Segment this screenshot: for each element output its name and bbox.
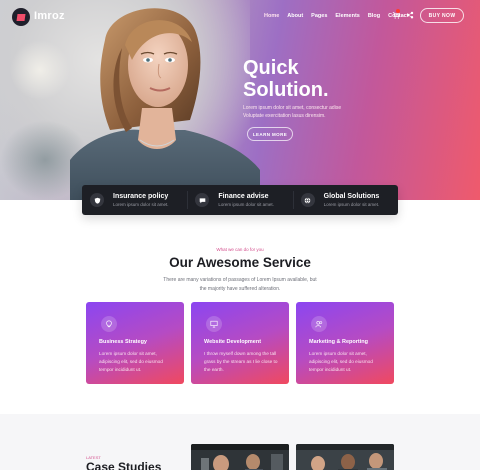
feature-title: Global Solutions <box>323 193 380 200</box>
card-description: I throw myself down among the tall grass… <box>204 351 278 372</box>
card-title: Marketing & Reporting <box>309 339 368 345</box>
case-study-image[interactable] <box>296 444 394 470</box>
card-description: Lorem ipsum dolor sit amet, adipiscing e… <box>309 351 373 372</box>
services-description: There are many variations of passages of… <box>163 277 317 292</box>
share-icon[interactable] <box>406 11 414 19</box>
feature-subtitle: Lorem ipsum dolor sit amet. <box>218 202 274 207</box>
nav-item-elements[interactable]: Elements <box>335 13 359 19</box>
card-description: Lorem ipsum dolor sit amet, adipiscing e… <box>99 351 163 372</box>
services-kicker: What we can do for you <box>216 247 264 252</box>
hero-title: Quick Solution. <box>243 57 363 101</box>
hero-section: Imroz Home About Pages Elements Blog Con… <box>0 0 480 200</box>
service-cards: Business Strategy Lorem ipsum dolor sit … <box>86 302 401 384</box>
hero-description: Lorem ipsum dolor sit amet, consectur ad… <box>243 105 342 119</box>
nav-item-blog[interactable]: Blog <box>368 13 380 19</box>
nav-item-home[interactable]: Home <box>264 13 279 19</box>
feature-title: Insurance policy <box>113 193 169 200</box>
feature-title: Finance advise <box>218 193 269 200</box>
monitor-icon <box>206 316 222 332</box>
shield-icon <box>90 193 104 207</box>
service-card[interactable]: Marketing & Reporting Lorem ipsum dolor … <box>296 302 394 384</box>
nav-item-pages[interactable]: Pages <box>311 13 327 19</box>
case-study-image[interactable] <box>191 444 289 470</box>
services-title: Our Awesome Service <box>169 255 311 270</box>
hero-woman-image <box>70 8 260 200</box>
nav-item-about[interactable]: About <box>287 13 303 19</box>
feature-item[interactable]: Global Solutions Lorem ipsum dolor sit a… <box>292 185 398 215</box>
learn-more-button[interactable]: LEARN MORE <box>247 127 293 141</box>
feature-subtitle: Lorem ipsum dolor sit amet. <box>113 202 169 207</box>
feature-bar: Insurance policy Lorem ipsum dolor sit a… <box>82 185 398 215</box>
globe-icon <box>300 193 315 207</box>
lightbulb-icon <box>101 316 117 332</box>
feature-item[interactable]: Finance advise Lorem ipsum dolor sit ame… <box>187 185 292 215</box>
logo-icon[interactable] <box>12 8 30 26</box>
service-card[interactable]: Business Strategy Lorem ipsum dolor sit … <box>86 302 184 384</box>
logo-text[interactable]: Imroz <box>34 10 65 22</box>
feature-subtitle: Lorem ipsum dolor sit amet. <box>323 202 380 207</box>
feature-item[interactable]: Insurance policy Lorem ipsum dolor sit a… <box>82 185 187 215</box>
cart-badge <box>396 9 400 13</box>
buy-now-button[interactable]: BUY NOW <box>420 8 464 23</box>
case-studies-title: Case Studies <box>86 460 162 470</box>
chat-icon <box>195 193 210 207</box>
hero-title-line1: Quick <box>243 57 299 79</box>
users-icon <box>311 316 327 332</box>
hero-title-line2: Solution. <box>243 79 329 101</box>
card-title: Business Strategy <box>99 339 147 345</box>
service-card[interactable]: Website Development I throw myself down … <box>191 302 289 384</box>
card-title: Website Development <box>204 339 262 345</box>
